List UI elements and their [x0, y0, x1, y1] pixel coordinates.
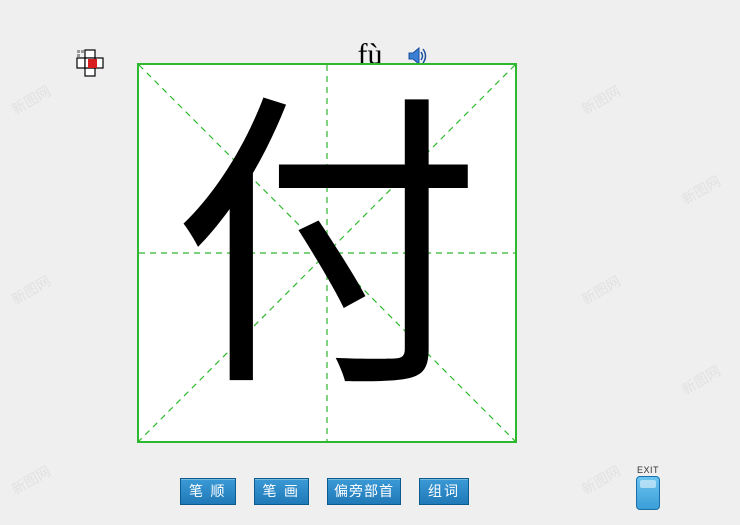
stroke-count-button[interactable]: 笔 画 [254, 478, 310, 505]
watermark: 新图网 [578, 81, 624, 119]
watermark: 新图网 [8, 81, 54, 119]
watermark: 新图网 [578, 461, 624, 499]
radical-button[interactable]: 偏旁部首 [327, 478, 401, 505]
stroke-order-button[interactable]: 笔 顺 [180, 478, 236, 505]
character-glyph: 付 [139, 65, 515, 441]
watermark: 新图网 [678, 171, 724, 209]
watermark: 新图网 [8, 271, 54, 309]
exit-label: EXIT [636, 465, 660, 475]
words-button[interactable]: 组词 [419, 478, 469, 505]
header: fù [0, 20, 740, 60]
flower-icon[interactable] [75, 48, 105, 83]
exit-button[interactable]: EXIT [636, 465, 660, 510]
watermark: 新图网 [578, 271, 624, 309]
button-bar: 笔 顺 笔 画 偏旁部首 组词 [180, 478, 469, 505]
exit-icon [636, 476, 660, 510]
character-grid: 付 [137, 63, 517, 443]
watermark: 新图网 [678, 361, 724, 399]
watermark: 新图网 [8, 461, 54, 499]
